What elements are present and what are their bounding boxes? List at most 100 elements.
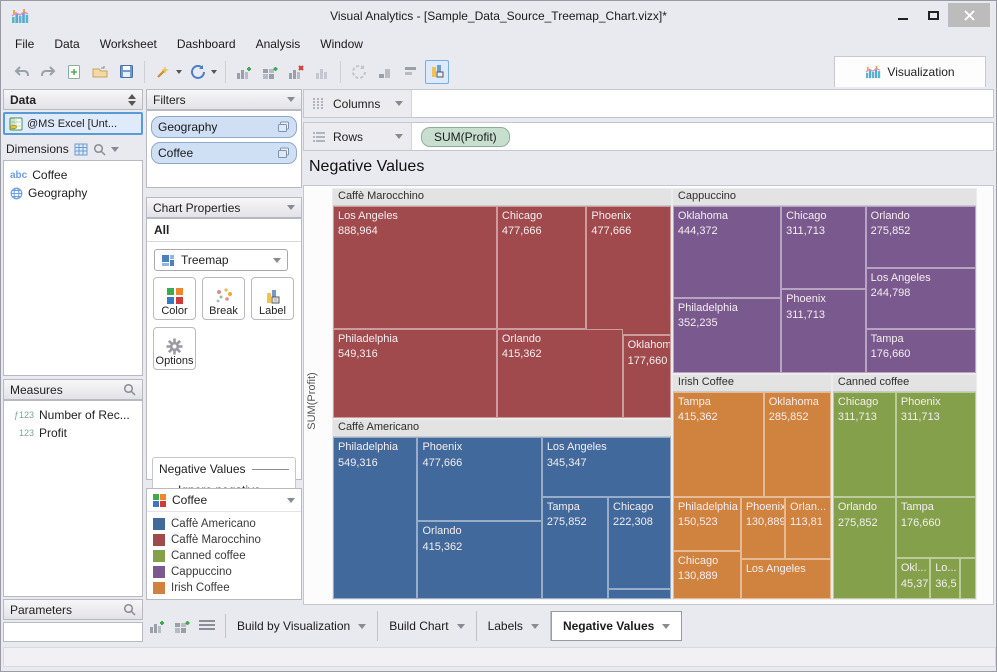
- treemap-cell-tampa[interactable]: Tampa 176,660: [895, 497, 976, 559]
- sheet-tab-dropdown-icon[interactable]: [358, 623, 367, 629]
- delete-visualization-button[interactable]: [284, 60, 308, 84]
- visualization-gray-button[interactable]: [310, 60, 334, 84]
- treemap-cell-phoenix[interactable]: Phoenix 130,889: [740, 496, 786, 559]
- rows-shelf[interactable]: Rows SUM(Profit): [303, 122, 994, 151]
- treemap-cell[interactable]: [960, 558, 976, 599]
- new-file-button[interactable]: [62, 60, 86, 84]
- filters-collapse-icon[interactable]: [287, 97, 295, 102]
- treemap-cell-los-angeles[interactable]: Los Angeles 244,798: [865, 267, 976, 329]
- break-button[interactable]: Break: [202, 277, 245, 320]
- sheet-tab-dropdown-icon[interactable]: [530, 623, 539, 629]
- treemap-cell-orlando[interactable]: Orlando 415,362: [496, 329, 623, 419]
- search-icon[interactable]: [123, 383, 136, 396]
- data-source-item[interactable]: @MS Excel [Unt...: [3, 112, 143, 135]
- close-button[interactable]: [948, 3, 990, 27]
- rows-dropdown-icon[interactable]: [395, 134, 403, 139]
- chart-type-select[interactable]: Treemap: [154, 249, 288, 271]
- treemap-cell-oklahoma[interactable]: Oklahoma 285,852: [763, 391, 831, 497]
- maximize-button[interactable]: [918, 4, 948, 26]
- treemap-cell-phoenix[interactable]: Phoenix 311,713: [781, 289, 866, 373]
- open-file-button[interactable]: [88, 60, 112, 84]
- label-button[interactable]: Label: [251, 277, 294, 320]
- treemap-cell-tampa[interactable]: Tampa 415,362: [672, 391, 764, 497]
- treemap-cell-chicago[interactable]: Chicago 222,308: [608, 497, 671, 590]
- menu-item-data[interactable]: Data: [54, 37, 79, 51]
- sheet-tab-build-chart[interactable]: Build Chart: [378, 611, 477, 641]
- legend-item-caffè-marocchino[interactable]: Caffè Marocchino: [147, 532, 301, 548]
- treemap-cell-phoenix[interactable]: Phoenix 477,666: [586, 206, 671, 336]
- treemap-cell-chicago[interactable]: Chicago 130,889: [672, 550, 741, 599]
- sort-ascending-button[interactable]: [373, 60, 397, 84]
- columns-dropdown-icon[interactable]: [395, 101, 403, 106]
- menu-item-worksheet[interactable]: Worksheet: [100, 37, 157, 51]
- dimension-item-geography[interactable]: Geography: [8, 184, 138, 202]
- search-icon[interactable]: [93, 143, 106, 156]
- treemap-cell-orlando[interactable]: Orlando 275,852: [832, 497, 896, 599]
- treemap-cell-chicago[interactable]: Chicago 477,666: [496, 206, 587, 330]
- treemap-cell-philadelphia[interactable]: Philadelphia 352,235: [672, 297, 782, 373]
- measure-item[interactable]: ƒ123 Number of Rec...: [6, 406, 140, 424]
- refresh-button[interactable]: [186, 60, 210, 84]
- treemap-cell-phoenix[interactable]: Phoenix 311,713: [895, 391, 976, 498]
- refresh-dropdown-icon[interactable]: [211, 69, 217, 74]
- chart-properties-collapse-icon[interactable]: [287, 205, 295, 210]
- treemap-cell-orlan-[interactable]: Orlan... 113,81: [785, 496, 831, 559]
- legend-item-irish-coffee[interactable]: Irish Coffee: [147, 580, 301, 596]
- treemap-cell-tampa[interactable]: Tampa 176,660: [865, 328, 976, 373]
- treemap-cell-los-angeles[interactable]: Los Angeles 345,347: [541, 437, 671, 497]
- treemap-cell-los-angeles[interactable]: Los Angeles: [740, 558, 831, 599]
- filter-pill-icon[interactable]: [277, 147, 290, 159]
- columns-shelf[interactable]: Columns: [303, 89, 994, 118]
- menu-item-analysis[interactable]: Analysis: [256, 37, 301, 51]
- legend-item-canned-coffee[interactable]: Canned coffee: [147, 548, 301, 564]
- rotate-button[interactable]: [347, 60, 371, 84]
- legend-item-caffè-americano[interactable]: Caffè Americano: [147, 516, 301, 532]
- dimension-item-coffee[interactable]: abc Coffee: [8, 166, 138, 184]
- parameters-list[interactable]: [3, 622, 143, 642]
- wand-button[interactable]: [151, 60, 175, 84]
- filter-pill-coffee[interactable]: Coffee: [151, 142, 297, 164]
- treemap-cell-philadelphia[interactable]: Philadelphia 549,316: [333, 329, 497, 419]
- filter-pill-geography[interactable]: Geography: [151, 116, 297, 138]
- treemap-cell-chicago[interactable]: Chicago 311,713: [832, 391, 896, 498]
- save-button[interactable]: [114, 60, 138, 84]
- treemap-cell-oklahoma[interactable]: Oklahoma 177,660: [622, 335, 671, 419]
- visualization-tab[interactable]: Visualization: [834, 56, 986, 87]
- sheet-tab-dropdown-icon[interactable]: [456, 623, 465, 629]
- dimensions-dropdown-icon[interactable]: [110, 146, 119, 152]
- columns-shelf-label[interactable]: Columns: [304, 90, 412, 117]
- menu-item-dashboard[interactable]: Dashboard: [177, 37, 236, 51]
- rows-pill-sum-profit[interactable]: SUM(Profit): [421, 126, 510, 147]
- sort-descending-button[interactable]: [399, 60, 423, 84]
- treemap-cell-okl-[interactable]: Okl... 45,37: [895, 558, 931, 599]
- new-visualization-sheet-icon[interactable]: [149, 618, 166, 634]
- menu-item-file[interactable]: File: [15, 37, 34, 51]
- treemap-cell[interactable]: [608, 589, 671, 599]
- search-icon[interactable]: [123, 603, 136, 616]
- sheet-tab-negative-values[interactable]: Negative Values: [550, 611, 683, 641]
- legend-item-cappuccino[interactable]: Cappuccino: [147, 564, 301, 580]
- treemap-cell-orlando[interactable]: Orlando 415,362: [417, 521, 542, 599]
- minimize-button[interactable]: [888, 4, 918, 26]
- treemap-cell-lo-[interactable]: Lo... 36,5: [930, 558, 961, 599]
- menu-item-window[interactable]: Window: [320, 37, 363, 51]
- data-sort-icon[interactable]: [128, 93, 136, 106]
- sheet-tab-dropdown-icon[interactable]: [662, 623, 671, 629]
- sheet-tab-labels[interactable]: Labels: [477, 611, 551, 641]
- redo-button[interactable]: [36, 60, 60, 84]
- new-dashboard-sheet-icon[interactable]: [174, 618, 191, 634]
- options-button[interactable]: Options: [153, 327, 196, 370]
- labels-toggle-button[interactable]: [425, 59, 449, 84]
- filter-pill-icon[interactable]: [277, 121, 290, 133]
- sheet-list-icon[interactable]: [199, 620, 215, 632]
- treemap-cell-los-angeles[interactable]: Los Angeles 888,964: [333, 206, 497, 330]
- treemap-cell-philadelphia[interactable]: Philadelphia 549,316: [333, 437, 418, 599]
- legend-collapse-icon[interactable]: [287, 497, 295, 503]
- new-visualization-button[interactable]: [232, 60, 256, 84]
- rows-shelf-label[interactable]: Rows: [304, 123, 412, 150]
- measure-item[interactable]: 123 Profit: [6, 424, 140, 442]
- treemap-cell-oklahoma[interactable]: Oklahoma 444,372: [672, 206, 782, 298]
- color-button[interactable]: Color: [153, 277, 196, 320]
- treemap-cell-phoenix[interactable]: Phoenix 477,666: [417, 437, 542, 522]
- treemap-cell-philadelphia[interactable]: Philadelphia 150,523: [672, 496, 741, 551]
